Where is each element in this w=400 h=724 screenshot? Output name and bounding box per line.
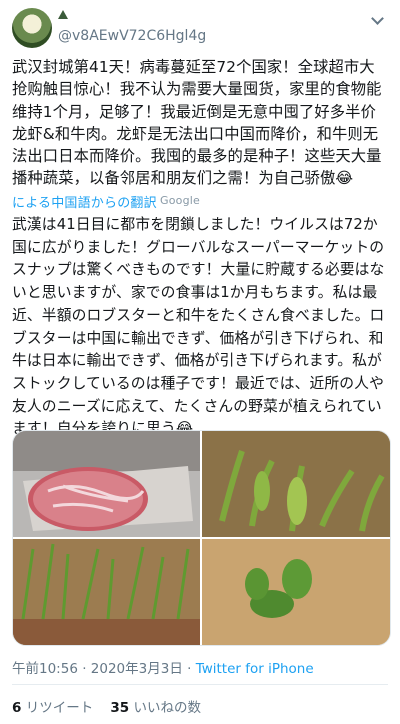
- google-logo: Google: [160, 194, 200, 207]
- source-link[interactable]: Twitter for iPhone: [196, 661, 314, 677]
- meta-separator: ·: [77, 661, 91, 677]
- translation-label[interactable]: による中国語からの翻訳: [12, 192, 157, 211]
- photo-scallions[interactable]: [13, 539, 200, 645]
- avatar[interactable]: [12, 8, 52, 48]
- photo-lettuce[interactable]: [202, 539, 390, 645]
- mountain-icon: [58, 10, 68, 19]
- divider: [12, 684, 388, 685]
- retweets-label[interactable]: リツイート: [26, 700, 94, 716]
- photo-wagyu-beef[interactable]: [13, 431, 200, 537]
- retweets-count[interactable]: 6: [12, 700, 21, 716]
- likes-count[interactable]: 35: [110, 700, 129, 716]
- translated-text: 武漢は41日目に都市を閉鎖しました！ウイルスは72か国に広がりました！グローバル…: [12, 216, 385, 438]
- meta-separator: ·: [182, 661, 196, 677]
- chevron-down-icon[interactable]: [370, 12, 386, 28]
- tweet-date[interactable]: 2020年3月3日: [91, 661, 183, 677]
- likes-label[interactable]: いいねの数: [133, 700, 201, 716]
- tweet-meta: 午前10:56 · 2020年3月3日 · Twitter for iPhone: [12, 657, 314, 677]
- tweet-text: 武汉封城第41天！病毒蔓延至72个国家！全球超市大抢购触目惊心！我不认为需要大量…: [12, 58, 382, 188]
- tweet-stats: 6 リツイート 35 いいねの数: [12, 696, 201, 716]
- user-handle[interactable]: @v8AEwV72C6Hgl4g: [58, 28, 206, 44]
- media-grid: [12, 430, 391, 646]
- tweet-header: @v8AEwV72C6Hgl4g: [12, 8, 388, 52]
- tweet-time[interactable]: 午前10:56: [12, 661, 78, 677]
- photo-seedlings-1[interactable]: [202, 431, 390, 537]
